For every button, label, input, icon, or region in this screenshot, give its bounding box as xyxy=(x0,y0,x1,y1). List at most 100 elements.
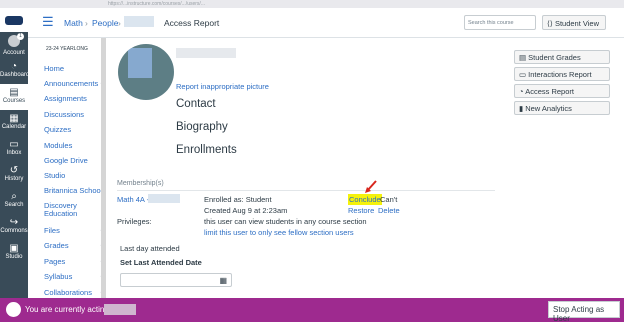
course-nav-scrollbar[interactable] xyxy=(101,38,106,298)
acting-as-text: You are currently acting a xyxy=(25,305,116,314)
hamburger-menu-icon[interactable]: ☰ xyxy=(42,15,54,28)
breadcrumb-current: Access Report xyxy=(164,18,220,28)
cant-text: Can't xyxy=(380,195,398,204)
last-day-attended-label: Last day attended xyxy=(120,244,180,253)
access-report-button[interactable]: ◔ Access Report xyxy=(514,84,610,98)
inbox-icon: ▭ xyxy=(9,139,19,150)
report-picture-link[interactable]: Report inappropriate picture xyxy=(176,82,269,91)
course-nav-item[interactable]: Britannica School xyxy=(44,186,104,195)
conclude-label: Conclude xyxy=(348,194,382,205)
breadcrumb-redacted-user[interactable] xyxy=(124,16,154,27)
breadcrumb-separator-icon: › xyxy=(118,18,121,28)
course-nav-item[interactable]: Quizzes xyxy=(44,125,104,134)
global-nav: 1 Account ◔ Dashboard ▤ Courses ▦ Calend… xyxy=(0,8,30,298)
membership-heading: Membership(s) xyxy=(117,180,164,187)
limit-section-link[interactable]: limit this user to only see fellow secti… xyxy=(204,228,354,237)
course-nav-item[interactable]: Files◈ xyxy=(44,226,106,235)
course-nav-item[interactable]: Grades◈ xyxy=(44,241,106,250)
course-nav-item[interactable]: Syllabus◈ xyxy=(44,272,106,281)
restore-link[interactable]: Restore xyxy=(348,206,374,215)
course-nav-item[interactable]: Pages◈ xyxy=(44,257,106,266)
stop-acting-button[interactable]: Stop Acting as User xyxy=(548,301,620,323)
commons-icon: ↪ xyxy=(9,217,19,228)
course-nav-item[interactable]: Announcements◈ xyxy=(44,79,106,88)
browser-url[interactable]: https://...instructure.com/courses/.../u… xyxy=(108,1,338,7)
course-nav-label: Files xyxy=(44,226,60,235)
global-nav-label: Calendar xyxy=(1,124,27,130)
student-view-button[interactable]: ⟨⟩ Student View xyxy=(542,15,606,30)
privileges-label: Privileges: xyxy=(117,217,152,226)
history-icon: ↺ xyxy=(9,165,19,176)
global-nav-label: Commons xyxy=(0,228,28,234)
set-last-attended-label: Set Last Attended Date xyxy=(120,258,202,267)
calendar-icon[interactable]: ▦ xyxy=(219,276,227,285)
conclude-link[interactable]: Conclude xyxy=(348,194,382,205)
global-nav-label: History xyxy=(4,176,24,182)
biography-heading: Biography xyxy=(176,121,228,133)
course-term: 23-24 YEARLONG xyxy=(46,46,88,52)
created-date-text: Created Aug 9 at 2:23am xyxy=(204,206,288,215)
global-nav-label: Account xyxy=(3,50,25,56)
course-nav-label: Grades xyxy=(44,241,69,250)
global-nav-history[interactable]: ↺ History xyxy=(0,162,28,188)
logo-mark xyxy=(5,15,23,25)
global-nav-calendar[interactable]: ▦ Calendar xyxy=(0,110,28,136)
breadcrumb-course[interactable]: Math xyxy=(64,18,83,28)
breadcrumb: ☰ Math › People › Access Report Search t… xyxy=(28,8,624,38)
interactions-icon: ▭ xyxy=(519,70,529,79)
global-nav-commons[interactable]: ↪ Commons xyxy=(0,214,28,240)
global-nav-search[interactable]: ⌕ Search xyxy=(0,188,28,214)
profile-picture xyxy=(118,44,174,100)
breadcrumb-people[interactable]: People xyxy=(92,18,118,28)
course-nav-item[interactable]: Collaborations◈ xyxy=(44,288,106,297)
search-placeholder: Search this course xyxy=(468,20,514,26)
enrolled-as-text: Enrolled as: Student xyxy=(204,195,272,204)
courses-icon: ▤ xyxy=(9,87,19,98)
search-input[interactable]: Search this course xyxy=(464,15,536,30)
course-nav-label: Pages xyxy=(44,257,66,266)
global-nav-dashboard[interactable]: ◔ Dashboard xyxy=(0,58,30,84)
global-nav-studio[interactable]: ▣ Studio xyxy=(0,240,28,266)
acting-as-user-bar: You are currently acting a Stop Acting a… xyxy=(0,298,624,323)
breadcrumb-separator-icon: › xyxy=(85,18,88,28)
student-view-icon: ⟨⟩ xyxy=(547,19,555,28)
divider xyxy=(117,190,495,191)
student-grades-button[interactable]: ▤ Student Grades xyxy=(514,50,610,64)
course-nav-item[interactable]: Discovery Education xyxy=(44,202,84,218)
course-nav-item[interactable]: Discussions xyxy=(44,110,104,119)
profile-picture-redaction xyxy=(128,48,152,78)
new-analytics-button[interactable]: ▮ New Analytics xyxy=(514,101,610,115)
course-nav-item[interactable]: Studio xyxy=(44,171,104,180)
rail-button-label: Access Report xyxy=(525,87,574,96)
course-nav-item[interactable]: Assignments xyxy=(44,94,104,103)
global-nav-courses[interactable]: ▤ Courses xyxy=(0,84,28,110)
interactions-report-button[interactable]: ▭ Interactions Report xyxy=(514,67,610,81)
privileges-text: this user can view students in any cours… xyxy=(204,217,367,226)
global-nav-label: Studio xyxy=(5,254,23,260)
grades-icon: ▤ xyxy=(519,53,529,62)
institution-logo[interactable] xyxy=(0,8,28,32)
global-nav-label: Search xyxy=(4,202,24,208)
calendar-icon: ▦ xyxy=(9,113,19,124)
studio-icon: ▣ xyxy=(9,243,19,254)
global-nav-inbox[interactable]: ▭ Inbox xyxy=(0,136,28,162)
student-view-label: Student View xyxy=(554,19,599,28)
rail-button-label: Student Grades xyxy=(528,53,581,62)
notification-badge: 1 xyxy=(17,33,24,40)
course-nav-item[interactable]: Modules xyxy=(44,141,104,150)
course-name-redacted xyxy=(148,194,180,203)
rail-button-label: Interactions Report xyxy=(528,70,592,79)
dashboard-icon: ◔ xyxy=(10,61,18,72)
enrollment-course-link[interactable]: Math 4A - xyxy=(117,195,149,204)
delete-link[interactable]: Delete xyxy=(378,206,400,215)
global-nav-label: Dashboard xyxy=(0,72,30,78)
last-attended-date-input[interactable]: ▦ xyxy=(120,273,232,287)
global-nav-label: Inbox xyxy=(6,150,22,156)
browser-address-bar: https://...instructure.com/courses/.../u… xyxy=(0,0,624,8)
course-nav-item[interactable]: Home xyxy=(44,64,104,73)
course-nav-item[interactable]: Google Drive xyxy=(44,156,104,165)
global-nav-account[interactable]: 1 Account xyxy=(0,32,28,58)
course-nav-label: Syllabus xyxy=(44,272,73,281)
course-nav: 23-24 YEARLONG Home Announcements◈ Assig… xyxy=(28,38,108,298)
acting-user-name-redacted xyxy=(104,304,136,315)
